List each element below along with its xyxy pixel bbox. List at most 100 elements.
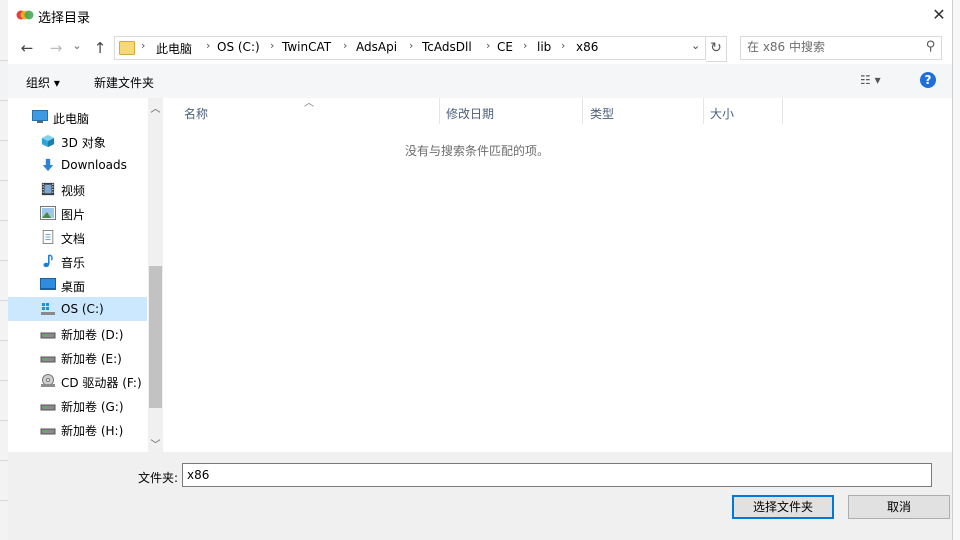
column-header-type[interactable]: 类型 bbox=[584, 98, 704, 124]
breadcrumb-separator: › bbox=[409, 39, 414, 52]
nav-item-label: 3D 对象 bbox=[61, 136, 106, 150]
search-icon[interactable]: ⚲ bbox=[926, 39, 936, 54]
file-list: 名称 ︿ 修改日期 类型 大小 没有与搜索条件匹配的项。 bbox=[164, 98, 952, 452]
search-input[interactable] bbox=[747, 40, 917, 54]
breadcrumb-separator: › bbox=[343, 39, 348, 52]
nav-item-drive-d[interactable]: 新加卷 (D:) bbox=[8, 321, 147, 345]
column-header-label: 名称 bbox=[184, 107, 209, 121]
breadcrumb-twincat[interactable]: TwinCAT bbox=[282, 40, 331, 54]
nav-item-label: 文档 bbox=[61, 232, 86, 246]
back-button[interactable]: ← bbox=[17, 38, 37, 58]
folder-label: 文件夹: bbox=[138, 471, 179, 485]
scroll-up-icon[interactable]: ︿ bbox=[148, 100, 163, 115]
breadcrumb-os-c[interactable]: OS (C:) bbox=[217, 40, 260, 54]
select-folder-button[interactable]: 选择文件夹 bbox=[732, 495, 834, 519]
breadcrumb-separator: › bbox=[270, 39, 275, 52]
empty-results-message: 没有与搜索条件匹配的项。 bbox=[404, 144, 549, 158]
chevron-down-icon: ⌄ bbox=[72, 39, 82, 52]
background-window-strip-right bbox=[952, 0, 960, 540]
search-box[interactable]: ⚲ bbox=[740, 36, 942, 60]
nav-item-pictures[interactable]: 图片 bbox=[8, 201, 147, 225]
nav-item-label: 音乐 bbox=[61, 256, 86, 270]
breadcrumb-adsapi[interactable]: AdsApi bbox=[356, 40, 397, 54]
nav-item-label: CD 驱动器 (F:) bbox=[61, 376, 142, 390]
drive-icon bbox=[40, 332, 56, 339]
organize-button[interactable]: 组织 ▾ bbox=[26, 74, 60, 91]
nav-item-cd-drive-f[interactable]: CD 驱动器 (F:) bbox=[8, 369, 147, 393]
sort-ascending-icon: ︿ bbox=[304, 98, 314, 109]
nav-item-label: 桌面 bbox=[61, 280, 86, 294]
up-button[interactable]: ↑ bbox=[90, 38, 110, 58]
nav-item-label: 新加卷 (H:) bbox=[61, 424, 124, 438]
cd-drive-icon bbox=[41, 374, 55, 387]
drive-icon bbox=[40, 428, 56, 435]
bottom-panel: 文件夹: 选择文件夹 取消 bbox=[8, 452, 952, 540]
download-icon bbox=[42, 158, 54, 172]
nav-item-drive-h[interactable]: 新加卷 (H:) bbox=[8, 417, 147, 441]
breadcrumb-x86[interactable]: x86 bbox=[576, 40, 598, 54]
nav-item-3d-objects[interactable]: 3D 对象 bbox=[8, 129, 147, 153]
breadcrumb-this-pc[interactable]: 此电脑 bbox=[156, 40, 192, 57]
nav-item-videos[interactable]: 视频 bbox=[8, 177, 147, 201]
nav-item-desktop[interactable]: 桌面 bbox=[8, 273, 147, 297]
cancel-button[interactable]: 取消 bbox=[848, 495, 950, 519]
refresh-icon: ↻ bbox=[710, 40, 722, 56]
nav-item-this-pc[interactable]: 此电脑 bbox=[8, 105, 147, 129]
nav-item-label: 新加卷 (E:) bbox=[61, 352, 122, 366]
folder-icon bbox=[119, 41, 135, 55]
breadcrumb-ce[interactable]: CE bbox=[497, 40, 513, 54]
nav-item-downloads[interactable]: Downloads bbox=[8, 153, 147, 177]
folder-name-input[interactable] bbox=[182, 463, 932, 487]
navigation-pane: 此电脑 3D 对象 Downloads 视频 图片 文档 音乐 桌面 OS (C… bbox=[8, 98, 164, 452]
view-options-icon[interactable]: ☷ ▾ bbox=[860, 73, 881, 87]
breadcrumb-lib[interactable]: lib bbox=[537, 40, 551, 54]
close-button[interactable]: ✕ bbox=[928, 5, 950, 27]
select-directory-dialog: 选择目录 ✕ ← → ⌄ ↑ › 此电脑 › OS (C:) › TwinCAT… bbox=[8, 0, 952, 540]
column-header-modified[interactable]: 修改日期 bbox=[440, 98, 583, 124]
computer-icon bbox=[32, 110, 48, 123]
scroll-down-icon[interactable]: ﹀ bbox=[148, 436, 163, 451]
scroll-thumb[interactable] bbox=[149, 266, 162, 408]
forward-arrow-icon: → bbox=[49, 39, 63, 57]
breadcrumb-tcadsdll[interactable]: TcAdsDll bbox=[422, 40, 472, 54]
drive-icon bbox=[40, 404, 56, 411]
column-header-label: 类型 bbox=[590, 107, 615, 121]
nav-item-documents[interactable]: 文档 bbox=[8, 225, 147, 249]
music-icon bbox=[43, 254, 53, 268]
cube-icon bbox=[41, 134, 55, 148]
recent-locations-button[interactable]: ⌄ bbox=[70, 36, 84, 56]
document-icon bbox=[42, 230, 54, 244]
nav-item-drive-g[interactable]: 新加卷 (G:) bbox=[8, 393, 147, 417]
breadcrumb-separator: › bbox=[206, 39, 211, 52]
toolbar: 组织 ▾ 新建文件夹 ☷ ▾ ? bbox=[8, 64, 952, 99]
picture-icon bbox=[40, 206, 56, 220]
close-icon: ✕ bbox=[932, 5, 946, 24]
windows-drive-icon bbox=[41, 303, 55, 315]
nav-pane-scrollbar[interactable]: ︿ ﹀ bbox=[148, 98, 163, 452]
breadcrumb-separator: › bbox=[561, 39, 566, 52]
video-icon bbox=[41, 182, 55, 196]
breadcrumb-separator: › bbox=[141, 39, 146, 52]
app-icon bbox=[16, 10, 34, 20]
nav-item-label: Downloads bbox=[61, 158, 127, 172]
column-header-size[interactable]: 大小 bbox=[704, 98, 783, 124]
nav-item-os-c[interactable]: OS (C:) bbox=[8, 297, 147, 321]
help-button[interactable]: ? bbox=[920, 72, 936, 88]
nav-item-label: 此电脑 bbox=[53, 112, 90, 126]
desktop-icon bbox=[40, 278, 56, 290]
new-folder-button[interactable]: 新建文件夹 bbox=[94, 74, 154, 91]
title-bar: 选择目录 ✕ bbox=[8, 0, 952, 32]
address-bar[interactable]: › 此电脑 › OS (C:) › TwinCAT › AdsApi › TcA… bbox=[114, 36, 706, 60]
breadcrumb-separator: › bbox=[486, 39, 491, 52]
address-dropdown-icon[interactable]: ⌄ bbox=[691, 39, 700, 52]
nav-item-music[interactable]: 音乐 bbox=[8, 249, 147, 273]
forward-button[interactable]: → bbox=[46, 38, 66, 58]
drive-icon bbox=[40, 356, 56, 363]
column-header-label: 大小 bbox=[710, 107, 735, 121]
nav-item-label: 视频 bbox=[61, 184, 86, 198]
refresh-button[interactable]: ↻ bbox=[706, 36, 727, 62]
column-header-label: 修改日期 bbox=[446, 107, 495, 121]
nav-item-drive-e[interactable]: 新加卷 (E:) bbox=[8, 345, 147, 369]
nav-item-label: 图片 bbox=[61, 208, 86, 222]
nav-item-label: 新加卷 (D:) bbox=[61, 328, 124, 342]
